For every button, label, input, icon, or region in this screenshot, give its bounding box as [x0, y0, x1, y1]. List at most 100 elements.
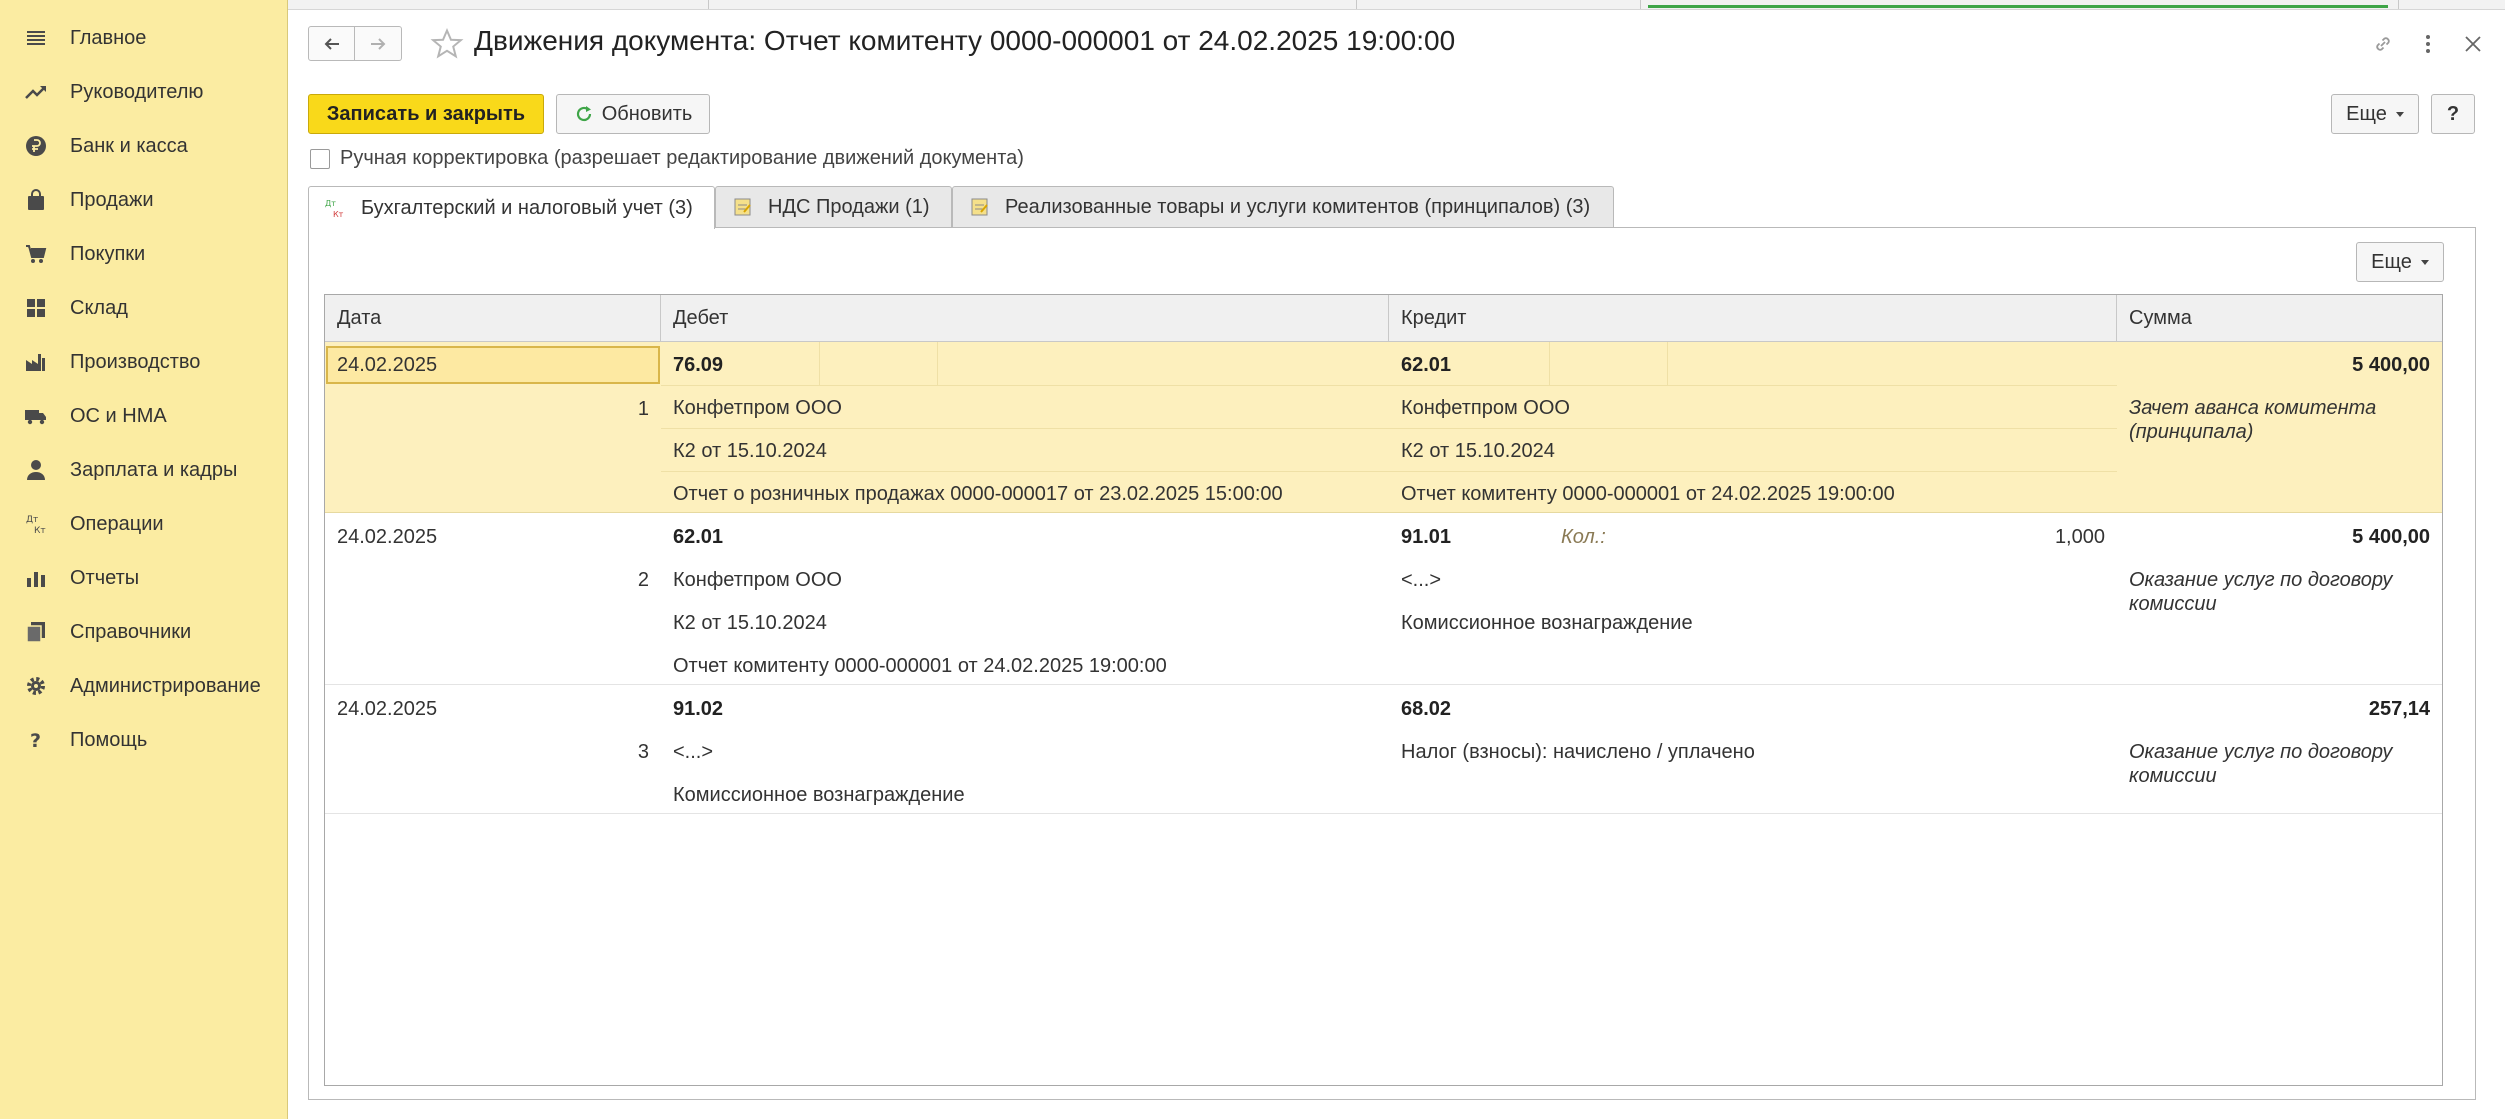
help-button[interactable]: ? — [2431, 94, 2475, 134]
cell-credit-account: 62.01 — [1401, 354, 1452, 376]
sidebar-item-label: Покупки — [70, 242, 146, 265]
row-gridline — [661, 471, 2117, 472]
warehouse-grid-icon — [22, 294, 50, 322]
cell-gridline — [1667, 342, 1668, 385]
table-row[interactable] — [325, 513, 2442, 685]
chevron-down-icon — [2420, 259, 2429, 265]
favorite-star-icon[interactable] — [430, 27, 464, 61]
cell-debit-account: 76.09 — [673, 354, 724, 376]
sidebar-item-manager[interactable]: Руководителю — [0, 68, 287, 116]
cart-icon — [22, 240, 50, 268]
cell-debit-subconto: Конфетпром ООО — [673, 397, 842, 419]
sidebar-item-purchases[interactable]: Покупки — [0, 230, 287, 278]
manual-correction-label[interactable]: Ручная корректировка (разрешает редактир… — [340, 147, 1024, 170]
sidebar-item-help[interactable]: ? Помощь — [0, 716, 287, 764]
cell-amount: 257,14 — [2368, 698, 2430, 720]
sidebar-item-label: ОС и НМА — [70, 404, 167, 427]
cell-row-number: 3 — [637, 741, 649, 763]
tab-sold-goods-consignors[interactable]: Реализованные товары и услуги комитентов… — [952, 186, 1614, 227]
back-button[interactable] — [308, 26, 355, 61]
cell-gridline — [1549, 342, 1550, 385]
table-header: Дата Дебет Кредит Сумма — [325, 295, 2442, 342]
cell-credit-subconto: Налог (взносы): начислено / уплачено — [1401, 741, 1755, 763]
manual-correction-checkbox[interactable] — [310, 149, 330, 169]
window-tabs-strip[interactable] — [288, 0, 2505, 10]
cell-date: 24.02.2025 — [337, 526, 438, 548]
more-button[interactable]: Еще — [2331, 94, 2419, 134]
tab-vat-sales[interactable]: НДС Продажи (1) — [715, 186, 952, 227]
column-header-date[interactable]: Дата — [325, 295, 661, 341]
movements-table[interactable]: Дата Дебет Кредит Сумма 24.02.2025 1 76.… — [324, 294, 2443, 1086]
arrow-left-icon — [324, 37, 339, 50]
sidebar-item-label: Справочники — [70, 620, 192, 643]
close-button[interactable] — [2459, 30, 2487, 58]
debit-credit-icon: Дт Кт — [22, 510, 50, 538]
forward-button[interactable] — [355, 26, 402, 61]
arrow-right-icon — [371, 37, 386, 50]
more-actions-button[interactable] — [2414, 30, 2442, 58]
tab-label: Бухгалтерский и налоговый учет (3) — [361, 196, 693, 219]
sidebar-item-label: Администрирование — [70, 674, 261, 697]
refresh-label: Обновить — [601, 102, 693, 125]
vertical-dots-icon — [2426, 35, 2430, 53]
close-icon — [2465, 36, 2481, 52]
sidebar-item-operations[interactable]: Дт Кт Операции — [0, 500, 287, 548]
tab-label: НДС Продажи (1) — [768, 195, 930, 218]
column-header-debit[interactable]: Дебет — [661, 295, 1389, 341]
tab-label: Реализованные товары и услуги комитентов… — [1005, 195, 1591, 218]
sidebar-item-main[interactable]: Главное — [0, 14, 287, 62]
sidebar-item-production[interactable]: Производство — [0, 338, 287, 386]
svg-text:Кт: Кт — [333, 210, 344, 219]
sidebar-item-reports[interactable]: Отчеты — [0, 554, 287, 602]
cell-debit-account: 91.02 — [673, 698, 724, 720]
cell-debit-subconto: Отчет о розничных продажах 0000-000017 о… — [673, 483, 1283, 505]
cell-content: Зачет аванса комитента (принципала) — [2129, 397, 2377, 443]
strip-separator — [2398, 0, 2399, 9]
cell-content: Оказание услуг по договору комиссии — [2129, 569, 2393, 615]
cell-credit-subconto: Конфетпром ООО — [1401, 397, 1570, 419]
question-icon: ? — [22, 726, 50, 754]
debit-credit-icon: Дт Кт — [325, 197, 347, 219]
strip-separator — [1356, 0, 1357, 9]
cell-amount: 5 400,00 — [2352, 354, 2430, 376]
sidebar-item-catalogs[interactable]: Справочники — [0, 608, 287, 656]
sidebar-item-salary[interactable]: Зарплата и кадры — [0, 446, 287, 494]
cell-debit-subconto: Конфетпром ООО — [673, 569, 842, 591]
sidebar-item-label: Производство — [70, 350, 201, 373]
sidebar-item-warehouse[interactable]: Склад — [0, 284, 287, 332]
sidebar: Главное Руководителю Банк и касса Продаж… — [0, 0, 288, 1119]
link-icon — [2376, 37, 2390, 51]
truck-icon — [22, 402, 50, 430]
svg-text:?: ? — [30, 730, 41, 752]
column-header-amount[interactable]: Сумма — [2117, 295, 2442, 341]
cell-credit-subconto: <...> — [1401, 569, 1442, 591]
column-header-credit[interactable]: Кредит — [1389, 295, 2117, 341]
sidebar-item-admin[interactable]: Администрирование — [0, 662, 287, 710]
save-and-close-button[interactable]: Записать и закрыть — [308, 94, 544, 134]
tab-accounting[interactable]: Дт Кт Бухгалтерский и налоговый учет (3) — [308, 186, 715, 229]
ruble-coin-icon — [22, 132, 50, 160]
link-button[interactable] — [2369, 30, 2397, 58]
strip-separator — [708, 0, 709, 9]
sidebar-item-label: Руководителю — [70, 80, 204, 103]
cell-content: Оказание услуг по договору комиссии — [2129, 741, 2393, 787]
cell-debit-subconto: К2 от 15.10.2024 — [673, 440, 827, 462]
cell-amount: 5 400,00 — [2352, 526, 2430, 548]
cell-credit-subconto: Отчет комитенту 0000-000001 от 24.02.202… — [1401, 483, 1895, 505]
cell-row-number: 1 — [637, 398, 649, 420]
shopping-bag-icon — [22, 186, 50, 214]
books-icon — [22, 618, 50, 646]
sidebar-item-label: Главное — [70, 26, 147, 49]
refresh-button[interactable]: Обновить — [556, 94, 710, 134]
sidebar-item-fixed-assets[interactable]: ОС и НМА — [0, 392, 287, 440]
factory-icon — [22, 348, 50, 376]
sidebar-item-bank[interactable]: Банк и касса — [0, 122, 287, 170]
menu-lines-icon — [22, 24, 50, 52]
svg-text:Кт: Кт — [34, 526, 46, 536]
row-gridline — [661, 385, 2117, 386]
cell-debit-subconto: Отчет комитенту 0000-000001 от 24.02.202… — [673, 655, 1167, 677]
page-title: Движения документа: Отчет комитенту 0000… — [474, 25, 1456, 56]
grid-more-button[interactable]: Еще — [2356, 242, 2444, 282]
cell-date: 24.02.2025 — [337, 698, 438, 720]
sidebar-item-sales[interactable]: Продажи — [0, 176, 287, 224]
